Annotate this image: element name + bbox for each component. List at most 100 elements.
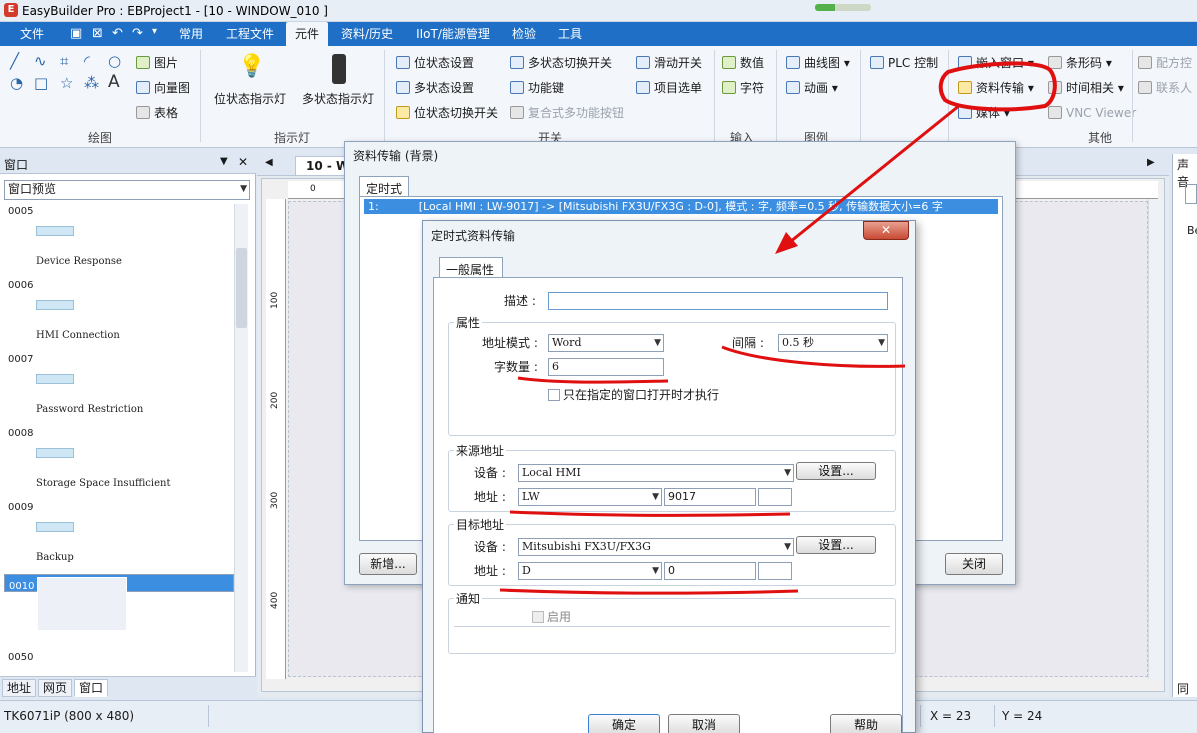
sound-combo[interactable]: [1185, 184, 1197, 204]
picture-button[interactable]: 图片: [136, 54, 178, 72]
scale-tool-icon[interactable]: ⁂: [84, 74, 99, 92]
ascii-button[interactable]: 字符: [722, 79, 764, 97]
chevron-down-icon: ▼: [878, 338, 885, 348]
source-address-index[interactable]: [758, 488, 792, 506]
close-button[interactable]: 关闭: [945, 553, 1003, 575]
tab-scroll-left-icon[interactable]: ◀: [265, 157, 273, 168]
target-device-select[interactable]: Mitsubishi FX3U/FX3G ▼: [518, 538, 794, 556]
tab-window[interactable]: 窗口: [74, 679, 109, 697]
text-tool-icon[interactable]: A: [108, 72, 120, 92]
connector-tool-icon[interactable]: ⌗: [60, 52, 68, 70]
tab-web[interactable]: 网页: [38, 679, 73, 697]
arc-tool-icon[interactable]: ◜: [84, 52, 90, 70]
circle-tool-icon[interactable]: ○: [108, 52, 121, 70]
tab-general[interactable]: 一般属性: [439, 257, 503, 278]
tab-check[interactable]: 检验: [504, 22, 544, 46]
cursor-y: Y = 24: [1002, 709, 1043, 723]
cursor-x: X = 23: [930, 709, 972, 723]
target-address-type-select[interactable]: D ▼: [518, 562, 662, 580]
indirect-window-button[interactable]: 嵌入窗口 ▾: [958, 54, 1034, 72]
slide-switch-button[interactable]: 滑动开关: [636, 54, 702, 72]
list-item[interactable]: 0050: [4, 648, 234, 672]
save-icon[interactable]: ▣: [70, 26, 82, 41]
interval-select[interactable]: 0.5 秒 ▼: [778, 334, 888, 352]
group-title: 来源地址: [454, 442, 507, 459]
address-mode-select[interactable]: Word ▼: [548, 334, 664, 352]
window-view-combo[interactable]: 窗口预览 ▼: [4, 180, 250, 200]
enable-checkbox[interactable]: 启用: [532, 608, 571, 625]
multi-state-switch-button[interactable]: 多状态切换开关: [510, 54, 612, 72]
window-title: EasyBuilder Pro : EBProject1 - [10 - WIN…: [22, 4, 328, 18]
toggle-switch-button[interactable]: 位状态切换开关: [396, 104, 498, 122]
plc-control-button[interactable]: PLC 控制: [870, 54, 938, 72]
close-project-icon[interactable]: ⊠: [92, 26, 103, 41]
tab-iiot[interactable]: IIoT/能源管理: [406, 22, 500, 46]
target-address-input[interactable]: 0: [664, 562, 756, 580]
window-thumbnail: [37, 577, 127, 631]
window-list-scrollbar[interactable]: [234, 204, 248, 672]
pane-close-icon[interactable]: ✕: [238, 155, 248, 169]
pane-menu-icon[interactable]: ▼: [220, 156, 228, 167]
source-address-type-select[interactable]: LW ▼: [518, 488, 662, 506]
tab-address[interactable]: 地址: [2, 679, 37, 697]
rectangle-tool-icon[interactable]: □: [34, 74, 48, 92]
redo-icon[interactable]: ↷: [132, 26, 143, 41]
tab-periodic[interactable]: 定时式: [359, 176, 409, 197]
target-settings-button[interactable]: 设置...: [796, 536, 876, 554]
ribbon: ╱ ∿ ⌗ ◜ ○ ◔ □ ☆ ⁂ A 图片 向量图 表格 绘图 💡 位状态指示…: [0, 46, 1197, 148]
barcode-button[interactable]: 条形码 ▾: [1048, 54, 1112, 72]
star-tool-icon[interactable]: ☆: [60, 74, 73, 92]
numeric-button[interactable]: 数值: [722, 54, 764, 72]
time-related-button[interactable]: 时间相关 ▾: [1048, 79, 1124, 97]
table-button[interactable]: 表格: [136, 104, 178, 122]
list-item-selected[interactable]: 0010 WINDOW_010: [4, 574, 234, 647]
multi-state-lamp-button[interactable]: 多状态指示灯: [302, 90, 374, 108]
table-row[interactable]: 1: [Local HMI : LW-9017] -> [Mitsubishi F…: [364, 199, 998, 214]
recipe-button[interactable]: 配方控: [1138, 54, 1192, 72]
contacts-button[interactable]: 联系人: [1138, 79, 1192, 97]
window-thumbnail: [36, 374, 74, 384]
ok-button[interactable]: 确定: [588, 714, 660, 733]
tab-scroll-right-icon[interactable]: ▶: [1147, 157, 1155, 168]
undo-icon[interactable]: ↶: [112, 26, 123, 41]
bit-lamp-button[interactable]: 位状态指示灯: [214, 90, 286, 108]
polyline-tool-icon[interactable]: ∿: [34, 52, 47, 70]
trend-display-button[interactable]: 曲线图 ▾: [786, 54, 850, 72]
tab-data-history[interactable]: 资料/历史: [332, 22, 402, 46]
word-count-input[interactable]: 6: [548, 358, 664, 376]
scrollbar-thumb[interactable]: [236, 248, 247, 328]
animation-button[interactable]: 动画 ▾: [786, 79, 838, 97]
vector-button[interactable]: 向量图: [136, 79, 190, 97]
cancel-button[interactable]: 取消: [668, 714, 740, 733]
target-address-index[interactable]: [758, 562, 792, 580]
combo-button[interactable]: 复合式多功能按钮: [510, 104, 624, 122]
option-list-button[interactable]: 项目选单: [636, 79, 702, 97]
source-settings-button[interactable]: 设置...: [796, 462, 876, 480]
function-key-button[interactable]: 功能键: [510, 79, 564, 97]
tab-common[interactable]: 常用: [168, 22, 214, 46]
word-count-label: 字数量 :: [494, 360, 538, 374]
vnc-viewer-button[interactable]: VNC Viewer: [1048, 104, 1136, 122]
media-button[interactable]: 媒体 ▾: [958, 104, 1010, 122]
ribbon-separator: [384, 50, 385, 142]
source-address-input[interactable]: 9017: [664, 488, 756, 506]
line-tool-icon[interactable]: ╱: [10, 52, 19, 70]
barcode-icon: [1048, 56, 1062, 69]
pie-tool-icon[interactable]: ◔: [10, 74, 23, 92]
only-when-open-checkbox[interactable]: 只在指定的窗口打开时才执行: [548, 386, 719, 403]
set-word-button[interactable]: 多状态设置: [396, 79, 474, 97]
dialog-title: 资料传输 (背景): [353, 149, 439, 163]
help-button[interactable]: 帮助: [830, 714, 902, 733]
tab-tools[interactable]: 工具: [550, 22, 590, 46]
new-button[interactable]: 新增...: [359, 553, 417, 575]
description-input[interactable]: [548, 292, 888, 310]
customize-quick-access-icon[interactable]: ▾: [152, 26, 157, 37]
editor-scrollbar[interactable]: [1148, 199, 1164, 679]
data-transfer-button[interactable]: 资料传输 ▾: [958, 79, 1034, 97]
tab-project-file[interactable]: 工程文件: [218, 22, 282, 46]
source-device-select[interactable]: Local HMI ▼: [518, 464, 794, 482]
tab-objects[interactable]: 元件: [286, 22, 328, 46]
close-icon[interactable]: ✕: [863, 221, 909, 240]
tab-file[interactable]: 文件: [8, 22, 56, 46]
set-bit-button[interactable]: 位状态设置: [396, 54, 474, 72]
